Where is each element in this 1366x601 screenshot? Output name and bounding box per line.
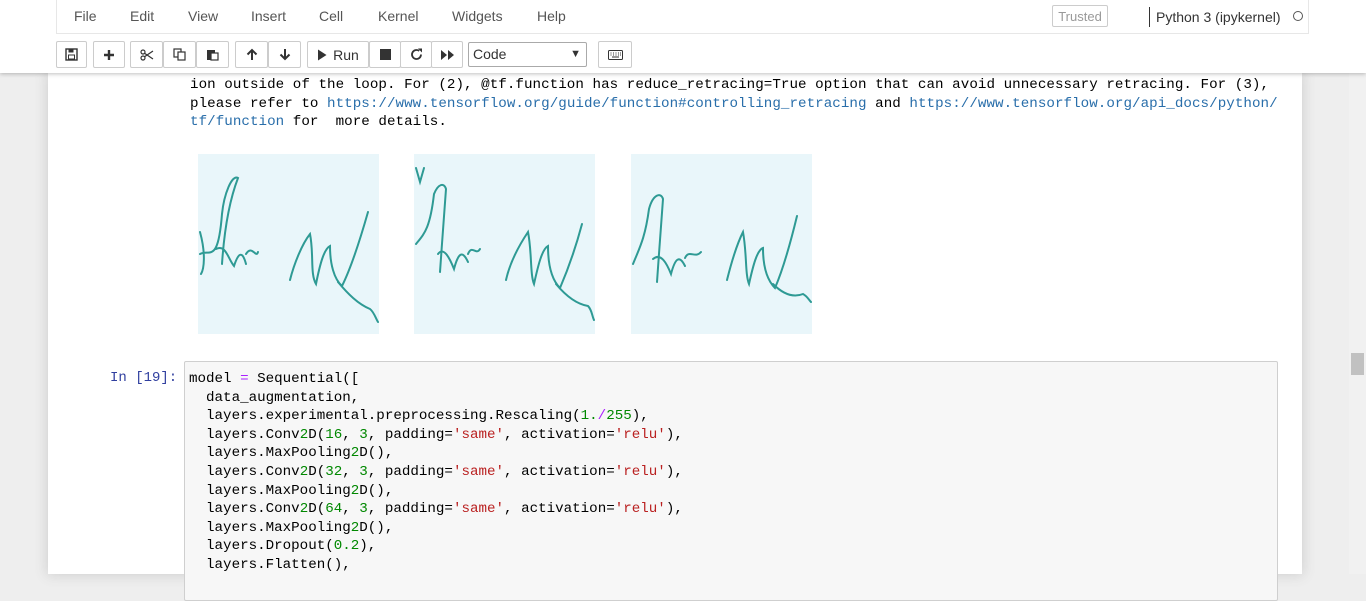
restart-icon [410, 48, 422, 60]
menu-help[interactable]: Help [537, 8, 566, 24]
page-scrollbar[interactable] [1349, 73, 1366, 574]
link-api-docs-function-part1[interactable]: https://www.tensorflow.org/api_docs/pyth… [909, 96, 1277, 112]
markdown-line-2-mid: and [866, 95, 910, 112]
copy-icon [173, 48, 186, 61]
code-line: layers.MaxPooling2D(), [189, 445, 394, 462]
command-palette-button[interactable] [598, 41, 632, 68]
code-line: layers.MaxPooling2D(), [189, 482, 394, 499]
code-lines: model = Sequential([ data_augmentation, … [189, 370, 683, 575]
menu-edit[interactable]: Edit [130, 8, 154, 24]
markdown-line-2-prefix: please refer to [190, 95, 328, 112]
play-icon [318, 49, 327, 60]
plus-icon [104, 49, 114, 60]
code-line: layers.Conv2D(64, 3, padding='same', act… [189, 501, 683, 518]
menubar: File Edit View Insert Cell Kernel Widget… [56, 0, 1309, 34]
code-line: layers.Conv2D(16, 3, padding='same', act… [189, 426, 683, 443]
code-line: layers.Flatten(), [189, 556, 351, 573]
code-line: data_augmentation, [189, 389, 360, 406]
copy-button[interactable] [163, 41, 196, 68]
notebook-header: File Edit View Insert Cell Kernel Widget… [0, 0, 1366, 73]
signature-image-2 [414, 154, 595, 334]
link-controlling-retracing[interactable]: https://www.tensorflow.org/guide/functio… [327, 96, 867, 112]
restart-kernel-button[interactable] [400, 41, 432, 68]
menu-view[interactable]: View [188, 8, 218, 24]
kernel-idle-icon [1293, 11, 1303, 21]
markdown-line-1: ion outside of the loop. For (2), @tf.fu… [190, 77, 1270, 93]
code-line: layers.Dropout(0.2), [189, 538, 377, 555]
paste-button[interactable] [196, 41, 229, 68]
code-cell-editor[interactable]: model = Sequential([ data_augmentation, … [184, 361, 1278, 601]
scrollbar-thumb[interactable] [1351, 353, 1364, 375]
menu-widgets[interactable]: Widgets [452, 8, 503, 24]
cell-type-select[interactable]: Code ▼ [468, 42, 587, 67]
menu-insert[interactable]: Insert [251, 8, 286, 24]
keyboard-icon [607, 49, 623, 60]
menu-cell[interactable]: Cell [319, 8, 343, 24]
signature-image-1 [198, 154, 379, 334]
stop-icon [379, 49, 391, 60]
save-icon [65, 48, 78, 61]
markdown-output: ion outside of the loop. For (2), @tf.fu… [190, 76, 1280, 132]
paste-icon [207, 50, 219, 61]
cut-button[interactable] [130, 41, 163, 68]
move-up-button[interactable] [235, 41, 268, 68]
code-line: layers.experimental.preprocessing.Rescal… [189, 408, 649, 425]
arrow-down-icon [279, 49, 290, 61]
input-prompt: In [19]: [110, 370, 178, 386]
run-button[interactable]: Run [307, 41, 369, 68]
move-down-button[interactable] [268, 41, 301, 68]
run-label: Run [333, 46, 359, 63]
menu-kernel[interactable]: Kernel [378, 8, 418, 24]
save-button[interactable] [56, 41, 87, 68]
markdown-line-3-suffix: for more details. [284, 114, 447, 131]
interrupt-kernel-button[interactable] [369, 41, 401, 68]
signature-drawing-2 [415, 167, 595, 321]
menu-file[interactable]: File [74, 8, 97, 24]
fast-forward-icon [440, 49, 454, 60]
chevron-down-icon: ▼ [570, 48, 581, 60]
arrow-up-icon [246, 48, 257, 60]
code-line: model = Sequential([ [189, 371, 360, 387]
restart-run-all-button[interactable] [431, 41, 463, 68]
link-api-docs-function-part2[interactable]: tf/function [190, 114, 284, 130]
scissors-icon [139, 48, 153, 61]
cell-type-value: Code [473, 46, 507, 62]
code-line: layers.MaxPooling2D(), [189, 519, 394, 536]
code-line: layers.Conv2D(32, 3, padding='same', act… [189, 463, 683, 480]
signature-image-3 [631, 154, 812, 334]
signature-drawing-3 [632, 194, 812, 303]
signature-drawing-1 [199, 176, 379, 323]
kernel-name[interactable]: Python 3 (ipykernel) [1149, 7, 1281, 27]
insert-cell-button[interactable] [93, 41, 125, 68]
trusted-indicator[interactable]: Trusted [1052, 5, 1108, 27]
